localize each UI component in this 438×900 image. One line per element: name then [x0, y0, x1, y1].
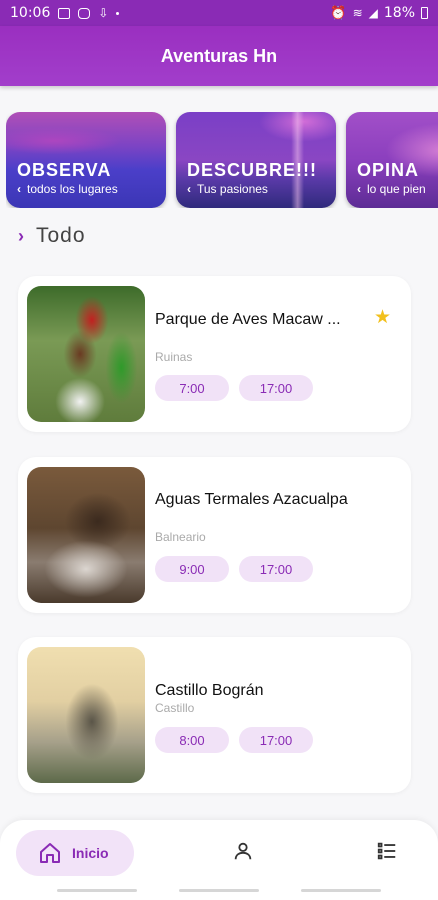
signal-icon: ◢: [368, 6, 378, 20]
gesture-bar: [301, 889, 381, 892]
category-card-opina[interactable]: OPINA ‹ lo que pien: [346, 112, 438, 208]
profile-icon[interactable]: [232, 840, 254, 862]
chevron-right-icon: ›: [18, 225, 24, 246]
instagram-notification-icon: [78, 7, 91, 19]
category-carousel[interactable]: OBSERVA ‹ todos los lugares DESCUBRE!!! ‹…: [6, 112, 438, 208]
bottom-navigation: Inicio: [0, 820, 438, 900]
section-title: Todo: [36, 224, 86, 247]
wifi-icon: ≋: [352, 6, 363, 20]
chevron-left-icon: ‹: [357, 182, 361, 196]
category-card-observa[interactable]: OBSERVA ‹ todos los lugares: [6, 112, 166, 208]
close-time-chip: 17:00: [239, 727, 313, 753]
place-card[interactable]: Aguas Termales Azacualpa Balneario 9:00 …: [18, 457, 411, 613]
app-title: Aventuras Hn: [160, 45, 278, 66]
battery-icon: [421, 7, 428, 19]
place-name: Aguas Termales Azacualpa: [155, 491, 348, 508]
open-time-chip: 8:00: [155, 727, 229, 753]
list-icon[interactable]: [376, 840, 398, 862]
close-time-chip: 17:00: [239, 556, 313, 582]
gallery-notification-icon: [58, 7, 71, 19]
status-time: 10:06: [10, 5, 51, 21]
more-notifications-icon: [116, 11, 120, 15]
place-category: Castillo: [155, 701, 195, 715]
gesture-bar: [57, 889, 137, 892]
app-bar: Aventuras Hn: [0, 26, 438, 86]
place-name: Castillo Bográn: [155, 682, 264, 699]
category-title: DESCUBRE!!!: [187, 160, 317, 180]
place-photo-hot-springs: [27, 467, 145, 603]
battery-percent: 18%: [383, 5, 415, 21]
status-bar: 10:06 ⇩ ⏰ ≋ ◢ 18%: [0, 0, 438, 26]
alarm-icon: ⏰: [330, 5, 347, 21]
section-header: › Todo: [18, 224, 86, 248]
place-photo-castillo: [27, 647, 145, 783]
close-time-chip: 17:00: [239, 375, 313, 401]
open-time-chip: 9:00: [155, 556, 229, 582]
category-card-descubre[interactable]: DESCUBRE!!! ‹ Tus pasiones: [176, 112, 336, 208]
gesture-bar: [179, 889, 259, 892]
category-subtitle: lo que pien: [367, 182, 426, 196]
category-title: OPINA: [357, 160, 420, 180]
category-subtitle: Tus pasiones: [197, 182, 268, 196]
place-name: Parque de Aves Macaw ...: [155, 311, 341, 328]
download-notification-icon: ⇩: [98, 6, 109, 20]
place-photo-macaw: [27, 286, 145, 422]
category-title: OBSERVA: [17, 160, 112, 180]
favorite-star-icon[interactable]: ★: [374, 306, 391, 329]
place-card[interactable]: Parque de Aves Macaw ... Ruinas 7:00 17:…: [18, 276, 411, 432]
home-icon: [40, 843, 60, 863]
place-category: Balneario: [155, 530, 206, 544]
place-card[interactable]: Castillo Bográn Castillo 8:00 17:00: [18, 637, 411, 793]
category-subtitle: todos los lugares: [27, 182, 118, 196]
nav-home-button[interactable]: Inicio: [16, 830, 134, 876]
open-time-chip: 7:00: [155, 375, 229, 401]
chevron-left-icon: ‹: [17, 182, 21, 196]
chevron-left-icon: ‹: [187, 182, 191, 196]
nav-home-label: Inicio: [72, 845, 109, 861]
place-category: Ruinas: [155, 350, 193, 364]
